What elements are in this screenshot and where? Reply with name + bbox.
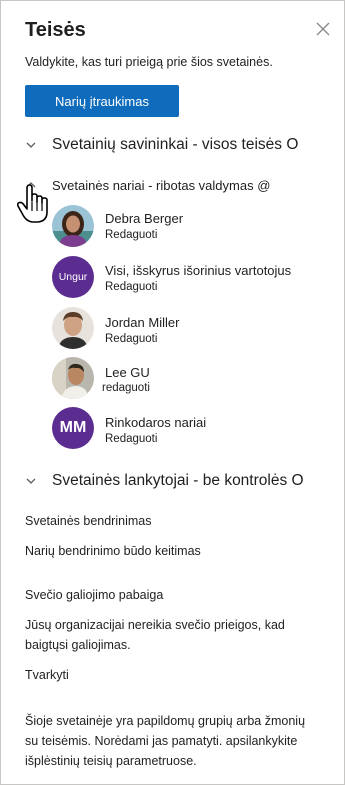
section-visitors[interactable]: Svetainės lankytojai - be kontrolės O <box>52 472 304 490</box>
add-members-button[interactable]: Narių įtraukimas <box>25 85 179 117</box>
advanced-permissions-note: Šioje svetainėje yra papildomų grupių ar… <box>25 714 306 768</box>
member-role[interactable]: Redaguoti <box>105 433 157 445</box>
panel-description: Valdykite, kas turi prieigą prie šios sv… <box>25 55 273 69</box>
member-role[interactable]: Redaguoti <box>105 333 157 345</box>
change-sharing-link[interactable]: Narių bendrinimo būdo keitimas <box>25 544 201 558</box>
close-icon[interactable] <box>313 19 333 39</box>
chevron-down-icon[interactable] <box>25 139 37 151</box>
avatar-debra-berger <box>52 205 94 247</box>
member-name: Jordan Miller <box>105 315 180 330</box>
hand-cursor-icon <box>16 184 48 223</box>
section-owners[interactable]: Svetainių savininkai - visos teisės O <box>52 136 298 154</box>
guest-expiration-heading: Svečio galiojimo pabaiga <box>25 588 164 602</box>
member-role[interactable]: redaguoti <box>102 382 150 394</box>
panel-title: Teisės <box>25 19 86 41</box>
avatar-lee-gu <box>52 357 94 399</box>
avatar-jordan-miller <box>52 307 94 349</box>
site-sharing-heading: Svetainės bendrinimas <box>25 514 152 528</box>
manage-link[interactable]: Tvarkyti <box>25 668 69 682</box>
guest-expiration-text: Jūsų organizacijai nereikia svečio priei… <box>25 618 285 652</box>
member-name: Visi, išskyrus išorinius vartotojus <box>105 263 292 278</box>
chevron-down-icon[interactable] <box>25 475 37 487</box>
member-role[interactable]: Redaguoti <box>105 229 157 241</box>
section-members[interactable]: Svetainės nariai - ribotas valdymas @ <box>52 178 270 193</box>
member-name: Debra Berger <box>105 211 184 226</box>
member-name: Lee GU <box>105 365 150 380</box>
member-role[interactable]: Redaguoti <box>105 281 157 293</box>
member-name: Rinkodaros nariai <box>105 415 207 430</box>
permissions-panel: Teisės Valdykite, kas turi prieigą prie … <box>0 0 345 785</box>
avatar-everyone: Ungur <box>52 256 94 298</box>
avatar-marketing: MM <box>52 407 94 449</box>
